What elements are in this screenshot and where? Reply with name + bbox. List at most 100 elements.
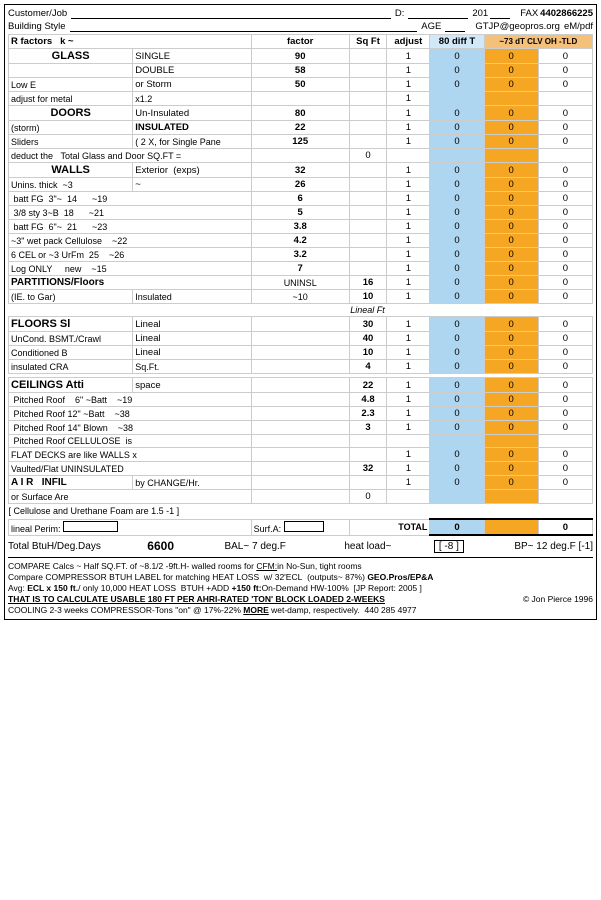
floors-ins-v1: 0 bbox=[430, 360, 484, 374]
ceilings-cellulose-factor bbox=[349, 435, 387, 448]
walls-ext-adjust: 1 bbox=[387, 163, 430, 178]
btuh-label: Total BtuH/Deg.Days bbox=[8, 541, 101, 552]
ceilings-space-sub: space bbox=[133, 378, 251, 393]
doors-sliders-factor: 125 bbox=[251, 135, 349, 149]
glass-storm-sqft bbox=[349, 78, 387, 92]
walls-ext-v3: 0 bbox=[538, 163, 592, 178]
partitions-insulated-v1: 0 bbox=[430, 290, 484, 304]
vaulted-flat-factor: 32 bbox=[349, 462, 387, 476]
walls-38sty-sqft bbox=[349, 206, 387, 220]
walls-ext-sub: Exterior (exps) bbox=[133, 163, 251, 178]
ceilings-cellulose-row: Pitched Roof CELLULOSE is bbox=[9, 435, 593, 448]
walls-unins-v1: 0 bbox=[430, 178, 484, 192]
doors-deduct-v1 bbox=[430, 149, 484, 163]
glass-double-sqft bbox=[349, 64, 387, 78]
doors-deduct-v3 bbox=[538, 149, 592, 163]
floors-uncond-rfactor bbox=[251, 332, 349, 346]
doors-deduct-label: deduct the Total Glass and Door SQ.FT = bbox=[9, 149, 252, 163]
surface-are-label: or Surface Are bbox=[9, 490, 252, 504]
walls-battfg3-sqft bbox=[349, 192, 387, 206]
walls-battfg3-v1: 0 bbox=[430, 192, 484, 206]
walls-log-label: Log ONLY new ~15 bbox=[9, 262, 252, 276]
vaulted-flat-label: Vaulted/Flat UNINSULATED bbox=[9, 462, 252, 476]
lineal-ft-note-row: Lineal Ft bbox=[9, 304, 593, 317]
floors-ins-v3: 0 bbox=[538, 360, 592, 374]
doors-unins-v1: 0 bbox=[430, 106, 484, 121]
ceilings-pitched12-row: Pitched Roof 12" ~Batt ~38 2.3 1 0 0 0 bbox=[9, 407, 593, 421]
walls-38sty-v2: 0 bbox=[484, 206, 538, 220]
ceilings-pitched14-v3: 0 bbox=[538, 421, 592, 435]
glass-metal-v3 bbox=[538, 92, 592, 106]
partitions-uninsl-factor: 16 bbox=[349, 276, 387, 290]
d-label: D: bbox=[395, 8, 405, 19]
walls-ext-v2: 0 bbox=[484, 163, 538, 178]
glass-storm-sub: or Storm bbox=[133, 78, 251, 92]
doors-insulated-row: (storm) INSULATED 22 1 0 0 0 bbox=[9, 121, 593, 135]
gtjp-label: GTJP@geopros.org bbox=[475, 21, 560, 32]
glass-single-factor: 90 bbox=[251, 49, 349, 64]
walls-label: WALLS bbox=[9, 163, 133, 178]
floors-cond-factor: 10 bbox=[349, 346, 387, 360]
doors-sliders-row: Sliders ( 2 X, for Single Pane 125 1 0 0… bbox=[9, 135, 593, 149]
ceilings-pitched12-rfactor bbox=[251, 407, 349, 421]
air-infil-factor bbox=[349, 476, 387, 490]
walls-battfg3-v2: 0 bbox=[484, 192, 538, 206]
ceilings-pitched14-row: Pitched Roof 14" Blown ~38 3 1 0 0 0 bbox=[9, 421, 593, 435]
ceilings-pitched6-rfactor bbox=[251, 393, 349, 407]
lineal-perim-label: lineal Perim: bbox=[9, 519, 252, 535]
walls-battfg6-adjust: 1 bbox=[387, 220, 430, 234]
floors-ins-factor: 4 bbox=[349, 360, 387, 374]
air-infil-adjust: 1 bbox=[387, 476, 430, 490]
total-v1: 0 bbox=[430, 519, 484, 535]
ceilings-pitched12-v2: 0 bbox=[484, 407, 538, 421]
doors-deduct-v2 bbox=[484, 149, 538, 163]
walls-log-sqft bbox=[349, 262, 387, 276]
floors-ins-v2: 0 bbox=[484, 360, 538, 374]
total-v2 bbox=[484, 519, 538, 535]
bp-label: BP~ 12 deg.F [-1] bbox=[514, 541, 593, 552]
walls-wetpack-v1: 0 bbox=[430, 234, 484, 248]
walls-wetpack-label: ~3" wet pack Cellulose ~22 bbox=[9, 234, 252, 248]
floors-sl-adjust: 1 bbox=[387, 317, 430, 332]
glass-double-v2: 0 bbox=[484, 64, 538, 78]
doors-insulated-v3: 0 bbox=[538, 121, 592, 135]
doors-insulated-factor: 22 bbox=[251, 121, 349, 135]
air-infil-v2: 0 bbox=[484, 476, 538, 490]
glass-double-sub: DOUBLE bbox=[133, 64, 251, 78]
doors-deduct-row: deduct the Total Glass and Door SQ.FT = … bbox=[9, 149, 593, 163]
surface-are-row: or Surface Are 0 bbox=[9, 490, 593, 504]
ceilings-space-v2: 0 bbox=[484, 378, 538, 393]
walls-38sty-v1: 0 bbox=[430, 206, 484, 220]
glass-lowe-row: Low E or Storm 50 1 0 0 0 bbox=[9, 78, 593, 92]
doors-label: DOORS bbox=[9, 106, 133, 121]
doors-unins-sub: Un-Insulated bbox=[133, 106, 251, 121]
walls-wetpack-adjust: 1 bbox=[387, 234, 430, 248]
ceilings-pitched12-v3: 0 bbox=[538, 407, 592, 421]
doors-sliders-v2: 0 bbox=[484, 135, 538, 149]
partitions-insulated-rfactor: ~10 bbox=[251, 290, 349, 304]
glass-metal-factor bbox=[251, 92, 349, 106]
ceilings-pitched14-v1: 0 bbox=[430, 421, 484, 435]
main-page: Customer/Job D: 201 FAX 4402866225 Build… bbox=[4, 4, 597, 620]
glass-single-v1: 0 bbox=[430, 49, 484, 64]
col-header-80diff: 80 diff T bbox=[430, 35, 484, 49]
vaulted-flat-adjust: 1 bbox=[387, 462, 430, 476]
floors-ins-adjust: 1 bbox=[387, 360, 430, 374]
floors-sl-v3: 0 bbox=[538, 317, 592, 332]
doors-unins-v3: 0 bbox=[538, 106, 592, 121]
floors-cond-v2: 0 bbox=[484, 346, 538, 360]
customer-job-label: Customer/Job bbox=[8, 8, 67, 19]
walls-battfg6-factor: 3.8 bbox=[251, 220, 349, 234]
partitions-label: PARTITIONS/Floors bbox=[9, 276, 252, 290]
walls-6cel-row: 6 CEL or ~3 UrFm 25 ~26 3.2 1 0 0 0 bbox=[9, 248, 593, 262]
floors-uncond-adjust: 1 bbox=[387, 332, 430, 346]
lineal-perim-row: lineal Perim: Surf.A: TOTAL 0 0 bbox=[9, 519, 593, 535]
footer-line-1: COMPARE Calcs ~ Half SQ.FT. of ~8.1/2 -9… bbox=[8, 561, 593, 571]
vaulted-flat-v1: 0 bbox=[430, 462, 484, 476]
partitions-uninsl-v3: 0 bbox=[538, 276, 592, 290]
header: Customer/Job D: 201 FAX 4402866225 Build… bbox=[8, 8, 593, 32]
walls-ext-factor: 32 bbox=[251, 163, 349, 178]
ceilings-cellulose-rfactor bbox=[251, 435, 349, 448]
walls-unins-label: Unins. thick ~3 bbox=[9, 178, 133, 192]
floors-uncond-v3: 0 bbox=[538, 332, 592, 346]
